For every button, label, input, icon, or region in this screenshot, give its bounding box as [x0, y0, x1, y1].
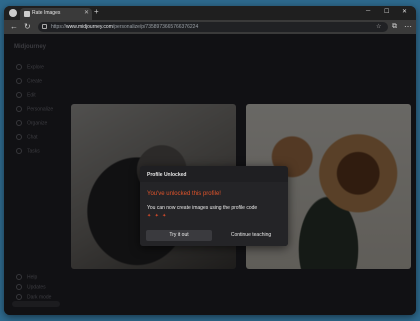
new-tab-icon[interactable]: +	[94, 7, 99, 16]
continue-teaching-button[interactable]: Continue teaching	[220, 230, 282, 241]
sidebar-item-explore[interactable]: Explore	[16, 64, 44, 70]
profile-code: ✦ ✦ ✦	[147, 213, 168, 219]
favicon-icon	[24, 11, 30, 17]
menu-icon[interactable]: ⋯	[404, 22, 412, 32]
compass-icon	[16, 64, 22, 70]
profile-unlocked-dialog: Profile Unlocked You've unlocked this pr…	[140, 166, 288, 246]
user-bar[interactable]	[12, 301, 60, 307]
sidebar-item-create[interactable]: Create	[16, 78, 42, 84]
sidebar-item-help[interactable]: Help	[16, 274, 37, 280]
tab-title: Rate Images	[32, 10, 61, 16]
tab-strip: Rate Images ✕ + ─ ☐ ✕	[4, 6, 416, 20]
sidebar: Midjourney Explore Create Edit Personali…	[4, 34, 64, 315]
reload-icon[interactable]: ↻	[24, 22, 31, 32]
personalize-icon	[16, 106, 22, 112]
close-icon[interactable]: ✕	[84, 9, 89, 16]
chat-icon	[16, 134, 22, 140]
dialog-title: Profile Unlocked	[147, 172, 187, 178]
dialog-headline: You've unlocked this profile!	[147, 191, 221, 197]
help-icon	[16, 274, 22, 280]
bell-icon	[16, 284, 22, 290]
tab-rate-images[interactable]: Rate Images ✕	[20, 8, 92, 20]
sidebar-item-edit[interactable]: Edit	[16, 92, 36, 98]
moon-icon	[16, 294, 22, 300]
minimize-icon[interactable]: ─	[366, 8, 370, 14]
bookmark-star-icon[interactable]: ☆	[376, 23, 381, 30]
logo: Midjourney	[14, 44, 47, 50]
edit-icon	[16, 92, 22, 98]
sidebar-item-organize[interactable]: Organize	[16, 120, 47, 126]
sidebar-item-personalize[interactable]: Personalize	[16, 106, 53, 112]
try-it-out-button[interactable]: Try it out	[146, 230, 212, 241]
url-text[interactable]: https://www.midjourney.com/personalize/p…	[51, 24, 198, 30]
window-close-icon[interactable]: ✕	[402, 8, 407, 15]
back-icon[interactable]: ←	[10, 22, 18, 32]
sidebar-item-updates[interactable]: Updates	[16, 284, 46, 290]
midjourney-page: Midjourney Explore Create Edit Personali…	[4, 34, 416, 315]
brush-icon	[16, 78, 22, 84]
tasks-icon	[16, 148, 22, 154]
profile-avatar[interactable]	[9, 9, 17, 17]
maximize-icon[interactable]: ☐	[384, 8, 389, 15]
lock-icon	[42, 24, 47, 29]
sidebar-item-tasks[interactable]: Tasks	[16, 148, 40, 154]
dialog-description: You can now create images using the prof…	[147, 205, 258, 211]
browser-window: Rate Images ✕ + ─ ☐ ✕ ← ↻ https://www.mi…	[4, 6, 416, 315]
browser-toolbar: ← ↻ https://www.midjourney.com/personali…	[4, 20, 416, 34]
folder-icon	[16, 120, 22, 126]
address-bar[interactable]: https://www.midjourney.com/personalize/p…	[38, 22, 388, 32]
sidebar-item-dark-mode[interactable]: Dark mode	[16, 294, 51, 300]
extensions-icon[interactable]: ⧉	[392, 22, 397, 32]
sidebar-item-chat[interactable]: Chat	[16, 134, 38, 140]
dialog-body: You've unlocked this profile! You can no…	[140, 182, 288, 246]
